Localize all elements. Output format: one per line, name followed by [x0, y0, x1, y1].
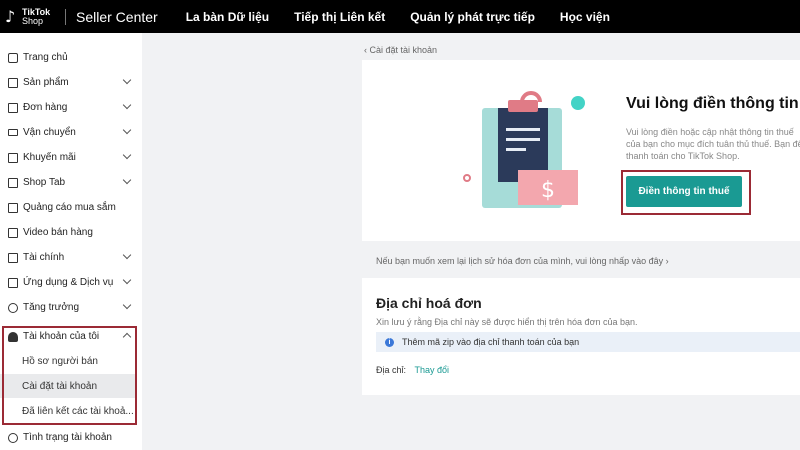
sidebar-item-label: Đơn hàng — [23, 102, 68, 113]
sidebar-item-label: Vận chuyển — [23, 127, 76, 138]
growth-icon — [8, 302, 18, 313]
shield-icon — [8, 432, 18, 443]
sidebar-item-home[interactable]: Trang chủ — [0, 45, 142, 70]
sidebar-item-label: Ứng dụng & Dịch vụ — [23, 277, 114, 288]
address-label: Địa chỉ: — [376, 365, 407, 375]
sidebar-item-label: Trang chủ — [23, 52, 68, 63]
app-title: Seller Center — [76, 8, 158, 25]
clipboard-illustration: $ — [463, 91, 585, 208]
breadcrumb[interactable]: ‹ Cài đặt tài khoản — [364, 45, 437, 55]
shop-tab-icon — [8, 177, 18, 188]
sidebar-item-label: Shop Tab — [23, 177, 66, 188]
info-banner: i Thêm mã zip vào địa chỉ thanh toán của… — [376, 332, 800, 352]
tiktok-shop-logo[interactable]: ♪ TikTok Shop — [5, 6, 65, 26]
sidebar-item-shop-tab[interactable]: Shop Tab — [0, 170, 142, 195]
chevron-down-icon — [122, 125, 132, 135]
fill-tax-info-button[interactable]: Điền thông tin thuế — [626, 176, 742, 207]
sidebar: Trang chủ Sản phẩm Đơn hàng Vận chuyển K… — [0, 33, 142, 450]
invoice-history-link[interactable]: Nếu bạn muốn xem lại lịch sử hóa đơn của… — [376, 256, 669, 266]
apps-icon — [8, 277, 18, 288]
info-icon: i — [385, 337, 394, 347]
sidebar-item-finance[interactable]: Tài chính — [0, 245, 142, 270]
order-icon — [8, 102, 18, 113]
top-nav-bar: ♪ TikTok Shop Seller Center La bàn Dữ li… — [0, 0, 800, 33]
sidebar-item-label: Khuyến mãi — [23, 152, 76, 163]
tax-card-description: Vui lòng điền hoặc cập nhật thông tin th… — [626, 127, 800, 161]
sidebar-item-apps-services[interactable]: Ứng dụng & Dịch vụ — [0, 270, 142, 295]
sidebar-item-label: Tình trạng tài khoản — [23, 432, 112, 443]
sidebar-item-promotions[interactable]: Khuyến mãi — [0, 145, 142, 170]
box-icon — [8, 77, 18, 88]
chevron-down-icon — [122, 150, 132, 160]
truck-icon — [8, 129, 18, 136]
sidebar-item-label: Tài chính — [23, 252, 65, 263]
chevron-down-icon — [122, 275, 132, 285]
nav-affiliate[interactable]: Tiếp thị Liên kết — [294, 10, 385, 24]
chevron-down-icon — [122, 75, 132, 85]
sidebar-item-shipping[interactable]: Vận chuyển — [0, 120, 142, 145]
sidebar-item-label: Quảng cáo mua sắm — [23, 202, 116, 213]
sidebar-item-shopping-ads[interactable]: Quảng cáo mua sắm — [0, 195, 142, 220]
billing-address-note: Xin lưu ý rằng Địa chỉ này sẽ được hiển … — [376, 317, 638, 327]
chevron-down-icon — [122, 250, 132, 260]
chevron-down-icon — [122, 100, 132, 110]
chevron-down-icon — [122, 175, 132, 185]
billing-address-title: Địa chỉ hoá đơn — [376, 295, 482, 311]
ads-icon — [8, 202, 18, 213]
sidebar-item-label: Video bán hàng — [23, 227, 93, 238]
finance-icon — [8, 252, 18, 263]
sidebar-item-orders[interactable]: Đơn hàng — [0, 95, 142, 120]
nav-livestream[interactable]: Quản lý phát trực tiếp — [410, 10, 535, 24]
change-address-link[interactable]: Thay đổi — [415, 365, 450, 375]
promotion-icon — [8, 152, 18, 163]
svg-text:$: $ — [541, 178, 555, 203]
tiktok-logo-icon: ♪ — [5, 6, 16, 26]
sidebar-item-account-health[interactable]: Tình trạng tài khoản — [0, 425, 142, 450]
logo-line2: Shop — [22, 15, 44, 26]
address-row: Địa chỉ: Thay đổi — [376, 365, 449, 375]
highlight-frame — [2, 326, 137, 425]
nav-academy[interactable]: Học viện — [560, 10, 610, 24]
tax-card-title: Vui lòng điền thông tin — [626, 95, 799, 112]
tax-info-card: $ Vui lòng điền thông tin Vui lòng điền … — [362, 60, 800, 241]
sidebar-item-growth[interactable]: Tăng trưởng — [0, 295, 142, 320]
divider — [65, 8, 66, 25]
info-banner-text: Thêm mã zip vào địa chỉ thanh toán của b… — [402, 337, 580, 347]
sidebar-item-label: Sản phẩm — [23, 77, 69, 88]
sidebar-item-shoppable-video[interactable]: Video bán hàng — [0, 220, 142, 245]
chevron-down-icon — [122, 300, 132, 310]
home-icon — [8, 52, 18, 63]
nav-data-compass[interactable]: La bàn Dữ liệu — [186, 10, 269, 24]
sidebar-item-label: Tăng trưởng — [23, 302, 80, 313]
sidebar-item-products[interactable]: Sản phẩm — [0, 70, 142, 95]
billing-address-card: Địa chỉ hoá đơn Xin lưu ý rằng Địa chỉ n… — [362, 278, 800, 395]
video-icon — [8, 227, 18, 238]
